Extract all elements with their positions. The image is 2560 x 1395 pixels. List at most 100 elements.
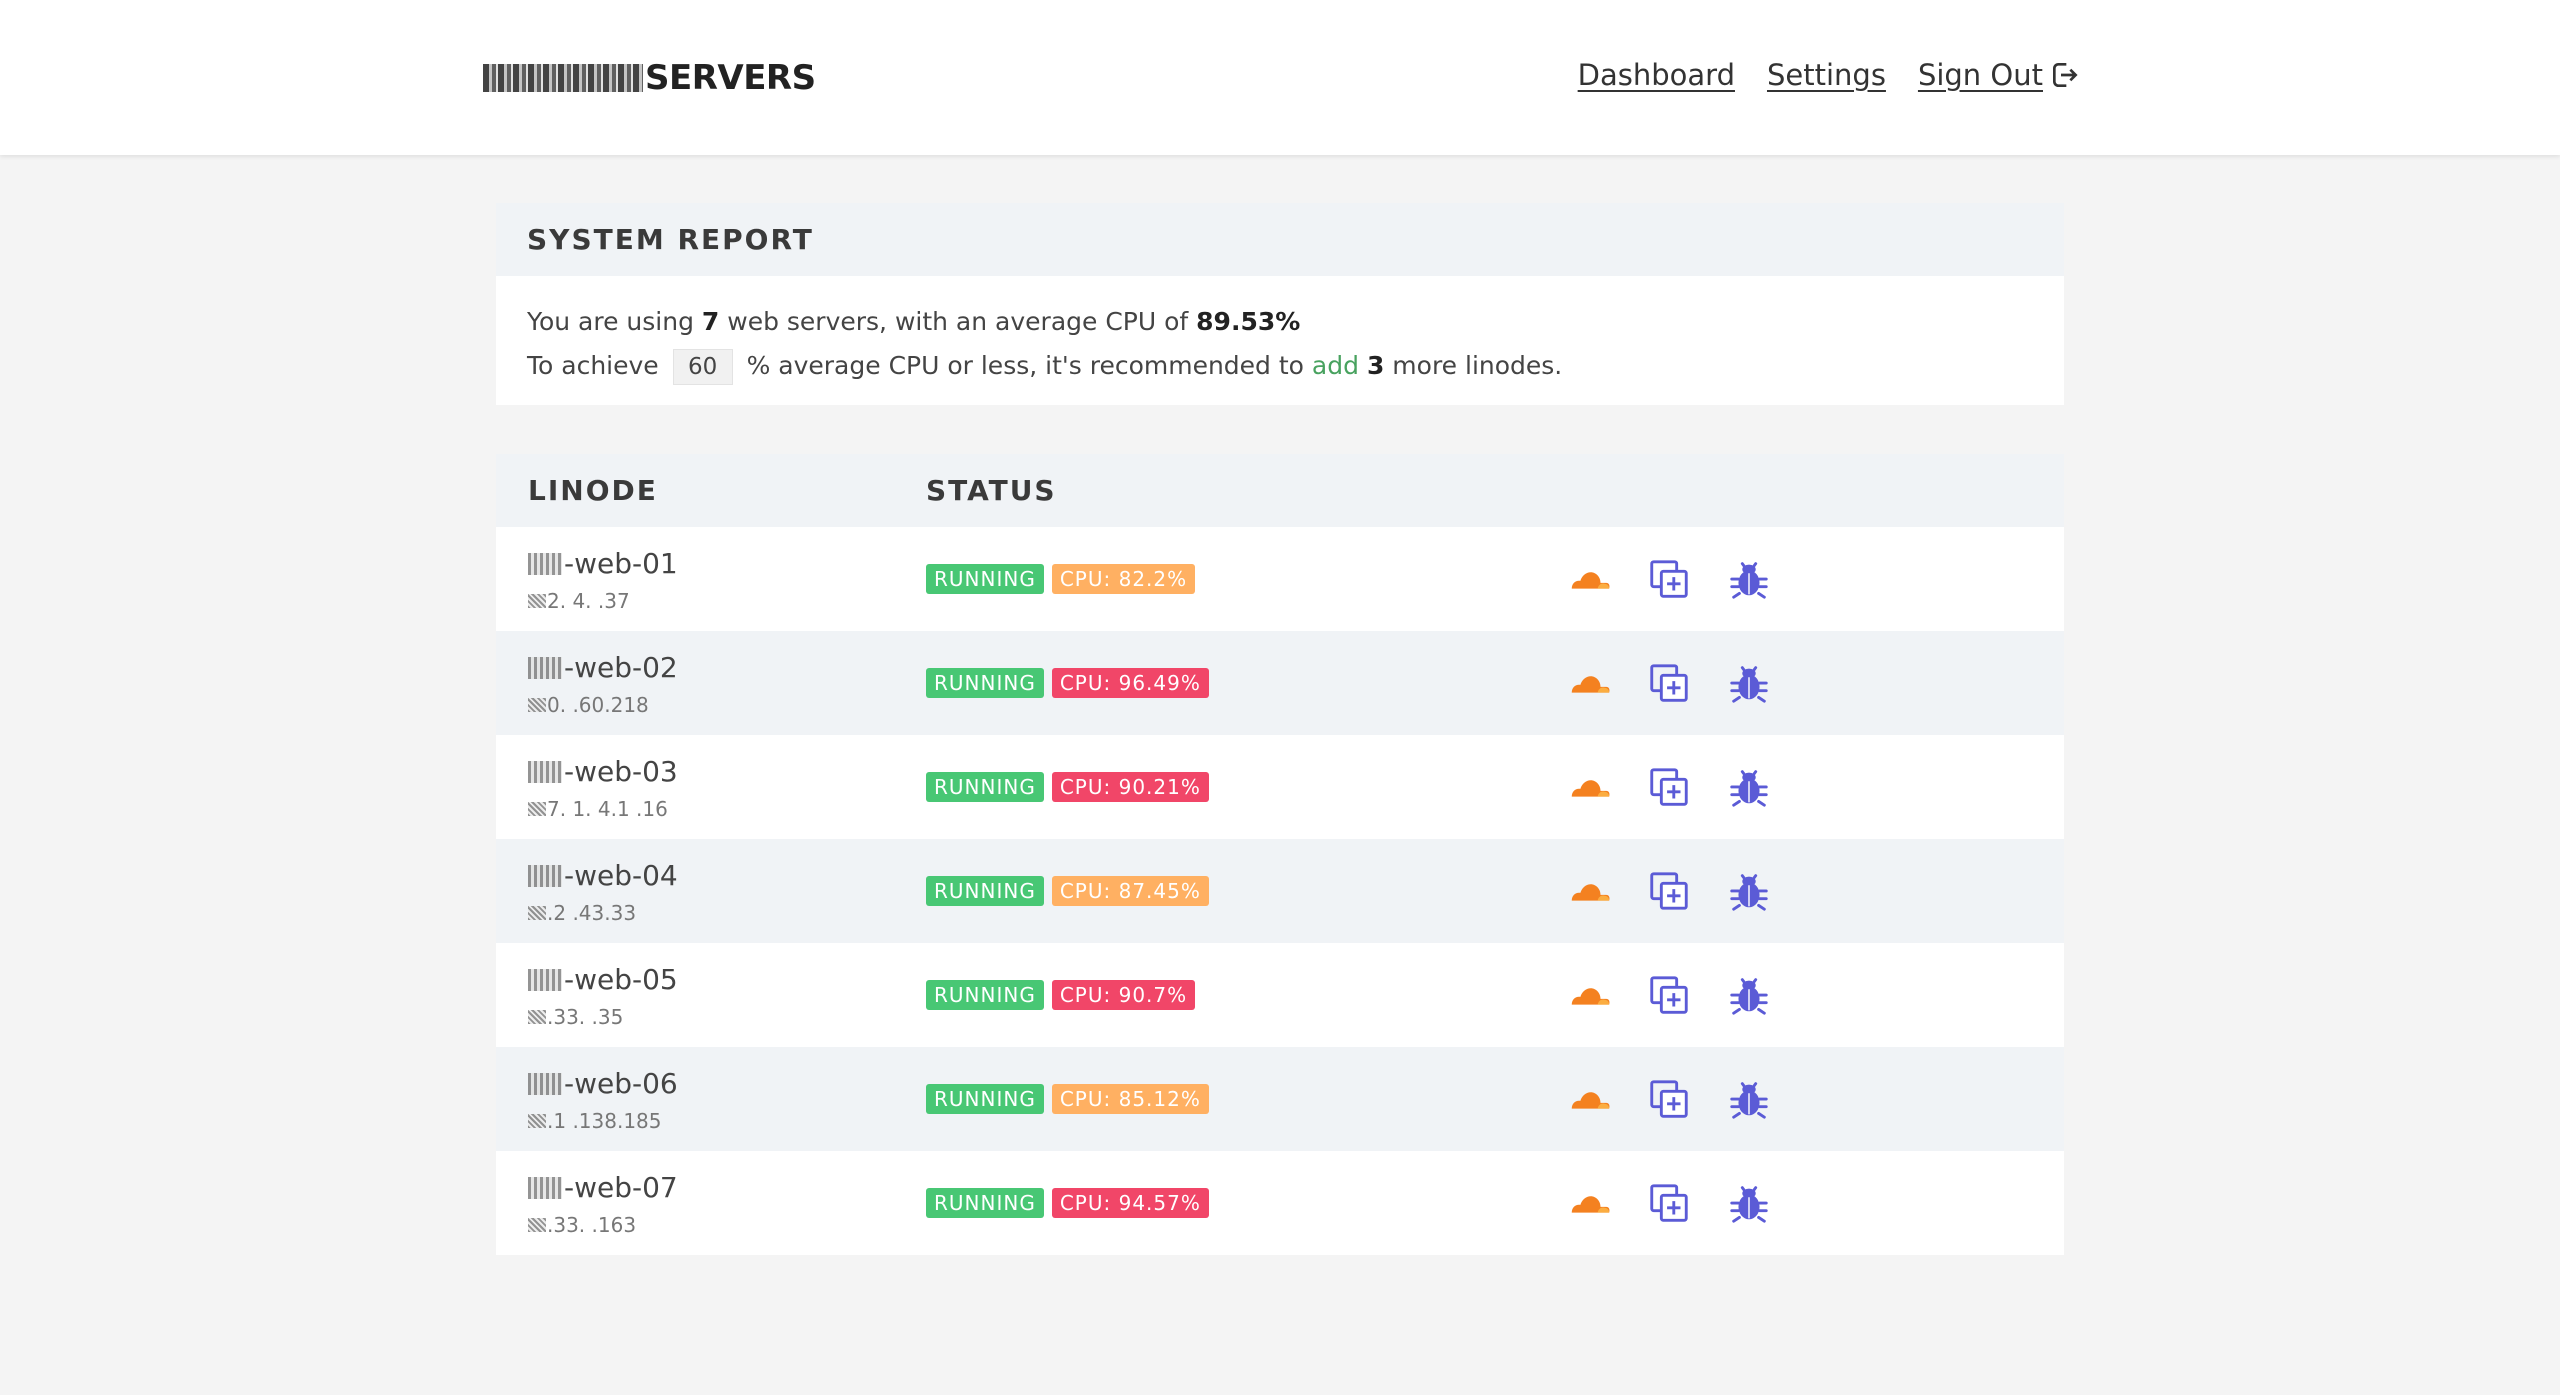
hostname-text: -web-06 <box>564 1067 678 1100</box>
hostname-redacted <box>528 1072 562 1095</box>
status-badges: RUNNING CPU: 90.21% <box>926 772 1209 802</box>
row-actions <box>1566 1077 1772 1121</box>
hostname-text: -web-05 <box>564 963 678 996</box>
row-actions <box>1566 1181 1772 1225</box>
brand-logo[interactable]: SERVERS <box>483 58 816 98</box>
table-row: -web-06 .1 .138.185 RUNNING CPU: 85.12% <box>496 1047 2064 1151</box>
status-badge: RUNNING <box>926 876 1044 906</box>
report-text: You are using <box>527 307 702 336</box>
sign-out-link[interactable]: Sign Out <box>1918 58 2081 92</box>
cloudflare-button[interactable] <box>1566 1077 1612 1121</box>
debug-button[interactable] <box>1726 1181 1772 1225</box>
hostname-redacted <box>528 552 562 575</box>
target-cpu-input[interactable]: 60 <box>672 349 733 385</box>
linode-table: LINODE STATUS -web-01 2. 4. .37 RUNNING CPU… <box>496 454 2064 1255</box>
clone-button[interactable] <box>1646 1181 1692 1225</box>
status-badges: RUNNING CPU: 85.12% <box>926 1084 1209 1114</box>
linode-ip: 7. 1. 4.1 .16 <box>528 797 668 821</box>
clone-button[interactable] <box>1646 1077 1692 1121</box>
add-count: 3 <box>1366 351 1385 380</box>
clone-button[interactable] <box>1646 869 1692 913</box>
report-line-usage: You are using 7 web servers, with an ave… <box>527 300 2033 344</box>
cpu-badge: CPU: 96.49% <box>1051 668 1209 698</box>
navbar: SERVERS Dashboard Settings Sign Out <box>0 0 2560 155</box>
brand-suffix: SERVERS <box>645 58 816 98</box>
cpu-badge: CPU: 87.45% <box>1051 876 1209 906</box>
bug-icon <box>1730 874 1768 911</box>
hostname-redacted <box>528 864 562 887</box>
report-text: % average CPU or less, it's recommended … <box>738 351 1312 380</box>
add-linodes-link[interactable]: add <box>1312 351 1359 380</box>
table-header: LINODE STATUS <box>496 454 2064 527</box>
cloudflare-button[interactable] <box>1566 765 1612 809</box>
sign-out-label[interactable]: Sign Out <box>1918 58 2043 92</box>
linode-hostname[interactable]: -web-03 <box>528 755 678 788</box>
cpu-badge: CPU: 94.57% <box>1051 1188 1209 1218</box>
linode-hostname[interactable]: -web-04 <box>528 859 678 892</box>
ip-text: .2 .43.33 <box>547 901 637 925</box>
column-header-status: STATUS <box>926 474 1057 507</box>
debug-button[interactable] <box>1726 765 1772 809</box>
table-row: -web-02 0. .60.218 RUNNING CPU: 96.49% <box>496 631 2064 735</box>
report-line-recommendation: To achieve 60 % average CPU or less, it'… <box>527 344 2033 388</box>
clone-button[interactable] <box>1646 765 1692 809</box>
ip-redacted <box>528 1010 546 1024</box>
clone-button[interactable] <box>1646 973 1692 1017</box>
cloudflare-button[interactable] <box>1566 869 1612 913</box>
cloudflare-button[interactable] <box>1566 557 1612 601</box>
report-text: web servers, with an average CPU of <box>719 307 1197 336</box>
status-badge: RUNNING <box>926 772 1044 802</box>
ip-text: 2. 4. .37 <box>547 589 630 613</box>
status-badges: RUNNING CPU: 87.45% <box>926 876 1209 906</box>
bug-icon <box>1730 978 1768 1015</box>
cpu-badge: CPU: 82.2% <box>1051 564 1196 594</box>
brand-redacted-text <box>483 64 643 92</box>
row-actions <box>1566 661 1772 705</box>
linode-hostname[interactable]: -web-05 <box>528 963 678 996</box>
clone-icon <box>1650 976 1688 1014</box>
nav-settings-link[interactable]: Settings <box>1767 58 1886 92</box>
linode-hostname[interactable]: -web-07 <box>528 1171 678 1204</box>
clone-button[interactable] <box>1646 661 1692 705</box>
linode-ip: .33. .35 <box>528 1005 623 1029</box>
debug-button[interactable] <box>1726 661 1772 705</box>
hostname-text: -web-07 <box>564 1171 678 1204</box>
cpu-badge: CPU: 85.12% <box>1051 1084 1209 1114</box>
clone-icon <box>1650 560 1688 598</box>
cloudflare-button[interactable] <box>1566 1181 1612 1225</box>
cloudflare-button[interactable] <box>1566 973 1612 1017</box>
system-report-card: SYSTEM REPORT You are using 7 web server… <box>496 203 2064 405</box>
status-badges: RUNNING CPU: 82.2% <box>926 564 1196 594</box>
bug-icon <box>1730 1082 1768 1119</box>
table-body: -web-01 2. 4. .37 RUNNING CPU: 82.2% -web-02… <box>496 527 2064 1255</box>
row-actions <box>1566 973 1772 1017</box>
ip-redacted <box>528 802 546 816</box>
row-actions <box>1566 869 1772 913</box>
linode-hostname[interactable]: -web-02 <box>528 651 678 684</box>
table-row: -web-04 .2 .43.33 RUNNING CPU: 87.45% <box>496 839 2064 943</box>
cloudflare-button[interactable] <box>1566 661 1612 705</box>
cloudflare-icon <box>1571 988 1610 1005</box>
linode-hostname[interactable]: -web-01 <box>528 547 678 580</box>
cloudflare-icon <box>1571 780 1610 797</box>
report-text: more linodes. <box>1384 351 1563 380</box>
debug-button[interactable] <box>1726 869 1772 913</box>
debug-button[interactable] <box>1726 557 1772 601</box>
debug-button[interactable] <box>1726 1077 1772 1121</box>
status-badge: RUNNING <box>926 980 1044 1010</box>
status-badge: RUNNING <box>926 564 1044 594</box>
clone-button[interactable] <box>1646 557 1692 601</box>
column-header-linode: LINODE <box>528 474 658 507</box>
hostname-redacted <box>528 760 562 783</box>
nav-dashboard-link[interactable]: Dashboard <box>1578 58 1735 92</box>
linode-hostname[interactable]: -web-06 <box>528 1067 678 1100</box>
row-actions <box>1566 557 1772 601</box>
cloudflare-icon <box>1571 1092 1610 1109</box>
row-actions <box>1566 765 1772 809</box>
status-badge: RUNNING <box>926 668 1044 698</box>
cloudflare-icon <box>1571 572 1610 589</box>
status-badge: RUNNING <box>926 1084 1044 1114</box>
status-badges: RUNNING CPU: 94.57% <box>926 1188 1209 1218</box>
debug-button[interactable] <box>1726 973 1772 1017</box>
cpu-badge: CPU: 90.7% <box>1051 980 1196 1010</box>
